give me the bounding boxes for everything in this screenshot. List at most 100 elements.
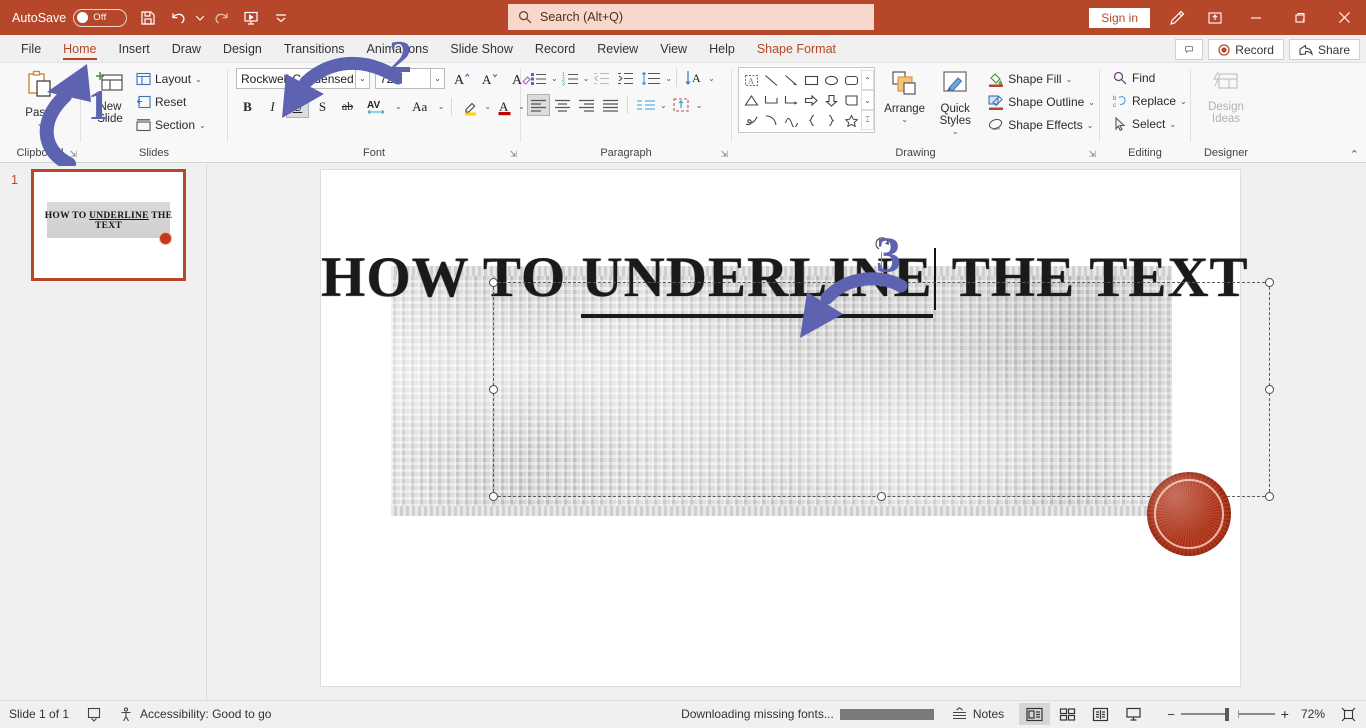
underline-button[interactable]: U (286, 95, 309, 118)
tab-view[interactable]: View (649, 39, 698, 62)
shape-left-brace-icon[interactable] (801, 110, 821, 130)
shape-elbow-arrow-icon[interactable] (781, 90, 801, 110)
find-button[interactable]: Find (1108, 67, 1159, 89)
resize-handle-top-left[interactable] (489, 278, 498, 287)
text-highlight-color-button[interactable] (459, 95, 482, 118)
slide-sorter-view-button[interactable] (1052, 703, 1083, 725)
search-input[interactable]: Search (Alt+Q) (508, 4, 874, 30)
shape-effects-dropdown-icon[interactable]: ⌄ (1087, 121, 1094, 130)
tab-insert[interactable]: Insert (108, 39, 161, 62)
change-case-dropdown-icon[interactable]: ⌄ (438, 102, 445, 111)
tab-draw[interactable]: Draw (161, 39, 212, 62)
resize-handle-middle-right[interactable] (1265, 385, 1274, 394)
layout-dropdown-icon[interactable]: ⌄ (195, 75, 202, 84)
shape-fill-button[interactable]: Shape Fill ⌄ (984, 68, 1099, 90)
strikethrough-button[interactable]: ab (336, 95, 359, 118)
italic-button[interactable]: I (261, 95, 284, 118)
columns-button[interactable] (633, 94, 659, 116)
font-size-dropdown-icon[interactable]: ⌄ (431, 68, 445, 89)
shapes-gallery-scrollbar[interactable]: ⌃ ⌄ ⌶ (861, 70, 874, 130)
line-spacing-dropdown-icon[interactable]: ⌄ (665, 74, 672, 83)
align-left-button[interactable] (527, 94, 550, 116)
paste-dropdown-icon[interactable]: ⌄ (37, 119, 44, 128)
zoom-slider[interactable]: − + (1161, 706, 1295, 722)
numbering-button[interactable]: 123 (559, 67, 582, 89)
shape-oval-icon[interactable] (821, 70, 841, 90)
shapes-gallery-scroll-up[interactable]: ⌃ (861, 70, 874, 90)
font-name-input[interactable]: Rockwell Condensed (Hea (236, 68, 356, 89)
bullets-button[interactable] (527, 67, 550, 89)
text-highlight-dropdown-icon[interactable]: ⌄ (484, 102, 491, 111)
accessibility-status-button[interactable]: Accessibility: Good to go (110, 701, 280, 728)
shape-textbox-icon[interactable]: A (741, 70, 761, 90)
close-button[interactable] (1322, 0, 1366, 35)
spell-check-button[interactable] (78, 701, 110, 728)
quick-styles-button[interactable]: QuickStyles ⌄ (934, 67, 976, 139)
shape-selection-frame[interactable] (493, 282, 1270, 497)
sign-in-button[interactable]: Sign in (1089, 8, 1150, 28)
slide-thumbnail-1[interactable]: HOW TO UNDERLINE THE TEXT (31, 169, 186, 281)
tab-record[interactable]: Record (524, 39, 586, 62)
decrease-indent-button[interactable] (590, 67, 613, 89)
columns-dropdown-icon[interactable]: ⌄ (660, 101, 667, 110)
line-spacing-button[interactable] (638, 67, 664, 89)
section-dropdown-icon[interactable]: ⌄ (199, 121, 206, 130)
shape-elbow-connector-icon[interactable] (761, 90, 781, 110)
notes-button[interactable]: Notes (943, 701, 1013, 728)
select-dropdown-icon[interactable]: ⌄ (1169, 120, 1176, 129)
shape-outline-dropdown-icon[interactable]: ⌄ (1088, 98, 1095, 107)
shape-scribble-icon[interactable] (741, 110, 761, 130)
slide-count-indicator[interactable]: Slide 1 of 1 (0, 701, 78, 728)
shape-flowchart-icon[interactable] (841, 90, 861, 110)
tab-file[interactable]: File (10, 39, 52, 62)
start-from-beginning-icon[interactable] (236, 4, 266, 32)
font-color-button[interactable]: A (493, 95, 516, 118)
arrange-dropdown-icon[interactable]: ⌄ (901, 115, 908, 124)
font-name-dropdown-icon[interactable]: ⌄ (356, 68, 370, 89)
share-button[interactable]: Share (1289, 39, 1360, 60)
font-size-input[interactable]: 72 (375, 68, 431, 89)
shape-right-arrow-icon[interactable] (801, 90, 821, 110)
align-text-button[interactable] (669, 94, 695, 116)
arrange-button[interactable]: Arrange ⌄ (883, 67, 926, 127)
red-stamp-decoration[interactable] (1147, 472, 1231, 556)
ribbon-display-options-icon[interactable] (1196, 0, 1234, 35)
zoom-out-button[interactable]: − (1161, 707, 1181, 722)
align-text-dropdown-icon[interactable]: ⌄ (696, 101, 703, 110)
paragraph-dialog-launcher[interactable]: ⇲ (720, 149, 728, 160)
undo-dropdown-icon[interactable] (193, 4, 206, 32)
replace-button[interactable]: bc Replace ⌄ (1108, 90, 1191, 112)
clipboard-dialog-launcher[interactable]: ⇲ (69, 149, 77, 160)
ink-pen-icon[interactable] (1158, 0, 1196, 35)
justify-button[interactable] (599, 94, 622, 116)
increase-font-size-button[interactable]: A (450, 67, 473, 90)
tab-home[interactable]: Home (52, 39, 107, 62)
font-name-combo[interactable]: Rockwell Condensed (Hea ⌄ (236, 68, 370, 89)
restore-button[interactable] (1278, 0, 1322, 35)
character-spacing-button[interactable]: AV (361, 95, 393, 118)
reset-button[interactable]: Reset (131, 91, 210, 113)
align-right-button[interactable] (575, 94, 598, 116)
decrease-font-size-button[interactable]: A (478, 67, 501, 90)
section-button[interactable]: Section ⌄ (131, 114, 210, 136)
shape-effects-button[interactable]: Shape Effects ⌄ (984, 114, 1099, 136)
resize-handle-middle-left[interactable] (489, 385, 498, 394)
autosave-toggle[interactable]: Off (73, 9, 127, 27)
paste-button[interactable]: Paste ⌄ (19, 67, 61, 131)
align-center-button[interactable] (551, 94, 574, 116)
tab-shape-format[interactable]: Shape Format (746, 39, 847, 62)
comments-button[interactable] (1175, 39, 1203, 60)
shape-fill-dropdown-icon[interactable]: ⌄ (1066, 75, 1073, 84)
collapse-ribbon-button[interactable]: ⌃ (1350, 148, 1359, 161)
text-shadow-button[interactable]: S (311, 95, 334, 118)
save-icon[interactable] (133, 4, 163, 32)
tab-animations[interactable]: Animations (356, 39, 440, 62)
character-spacing-dropdown-icon[interactable]: ⌄ (395, 102, 402, 111)
drawing-dialog-launcher[interactable]: ⇲ (1088, 149, 1096, 160)
bold-button[interactable]: B (236, 95, 259, 118)
undo-icon[interactable] (163, 4, 193, 32)
tab-help[interactable]: Help (698, 39, 746, 62)
minimize-button[interactable] (1234, 0, 1278, 35)
design-ideas-button[interactable]: DesignIdeas (1203, 67, 1249, 128)
resize-handle-bottom-center[interactable] (877, 492, 886, 501)
